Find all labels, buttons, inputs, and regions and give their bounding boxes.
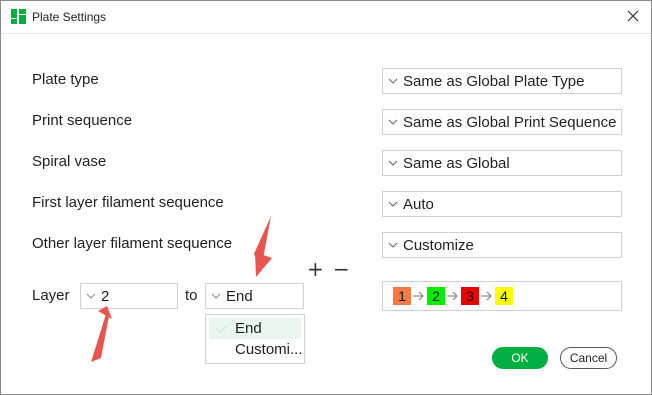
other-layer-sequence-value: Customize (403, 236, 474, 254)
filament-chip-4[interactable]: 4 (495, 287, 513, 305)
dropdown-option-customize[interactable]: Customi... (209, 339, 303, 360)
chevron-down-icon (383, 160, 403, 166)
print-sequence-value: Same as Global Print Sequence (403, 113, 617, 131)
layer-from-value: 2 (101, 287, 110, 305)
spiral-vase-select[interactable]: Same as Global (382, 150, 622, 176)
plate-type-value: Same as Global Plate Type (403, 72, 585, 90)
check-icon (209, 324, 235, 334)
dropdown-option-end[interactable]: End (209, 318, 301, 339)
close-button[interactable] (621, 5, 645, 27)
filament-chip-2[interactable]: 2 (427, 287, 445, 305)
first-layer-sequence-label: First layer filament sequence (32, 194, 224, 211)
first-layer-sequence-value: Auto (403, 195, 434, 213)
layer-to-select[interactable]: End (205, 283, 304, 309)
other-layer-sequence-label: Other layer filament sequence (32, 235, 233, 252)
dropdown-option-label: End (235, 320, 262, 337)
arrow-right-icon (411, 291, 427, 301)
chevron-down-icon (206, 293, 226, 299)
other-layer-sequence-select[interactable]: Customize (382, 232, 622, 258)
chevron-down-icon (81, 293, 101, 299)
layer-to-value: End (226, 287, 253, 305)
layer-label: Layer (32, 287, 70, 304)
chevron-down-icon (383, 201, 403, 207)
layer-from-select[interactable]: 2 (80, 283, 178, 309)
first-layer-sequence-select[interactable]: Auto (382, 191, 622, 217)
layer-to-dropdown: End Customi... (205, 314, 305, 364)
chevron-down-icon (383, 242, 403, 248)
title-bar: Plate Settings (1, 1, 651, 34)
dropdown-option-label: Customi... (235, 341, 303, 358)
filament-sequence[interactable]: 1 2 3 4 (382, 281, 622, 311)
cancel-button[interactable]: Cancel (560, 347, 617, 369)
to-label: to (185, 287, 198, 304)
window-title: Plate Settings (32, 10, 107, 24)
arrow-right-icon (445, 291, 461, 301)
plate-type-select[interactable]: Same as Global Plate Type (382, 68, 622, 94)
filament-chip-3[interactable]: 3 (461, 287, 479, 305)
remove-layer-range-button[interactable]: − (333, 259, 350, 279)
spiral-vase-label: Spiral vase (32, 153, 107, 170)
close-icon (627, 10, 639, 22)
ok-button[interactable]: OK (492, 347, 548, 369)
bambu-logo-icon (11, 9, 26, 24)
arrow-right-icon (479, 291, 495, 301)
plate-type-label: Plate type (32, 71, 99, 88)
print-sequence-label: Print sequence (32, 112, 133, 129)
chevron-down-icon (383, 119, 403, 125)
annotation-arrow-icon (254, 216, 272, 277)
annotation-arrow-icon (91, 306, 112, 362)
add-layer-range-button[interactable]: + (307, 259, 324, 279)
print-sequence-select[interactable]: Same as Global Print Sequence (382, 109, 622, 135)
filament-chip-1[interactable]: 1 (393, 287, 411, 305)
plate-settings-dialog: Plate Settings Plate type Same as Global… (0, 0, 652, 395)
chevron-down-icon (383, 78, 403, 84)
spiral-vase-value: Same as Global (403, 154, 510, 172)
